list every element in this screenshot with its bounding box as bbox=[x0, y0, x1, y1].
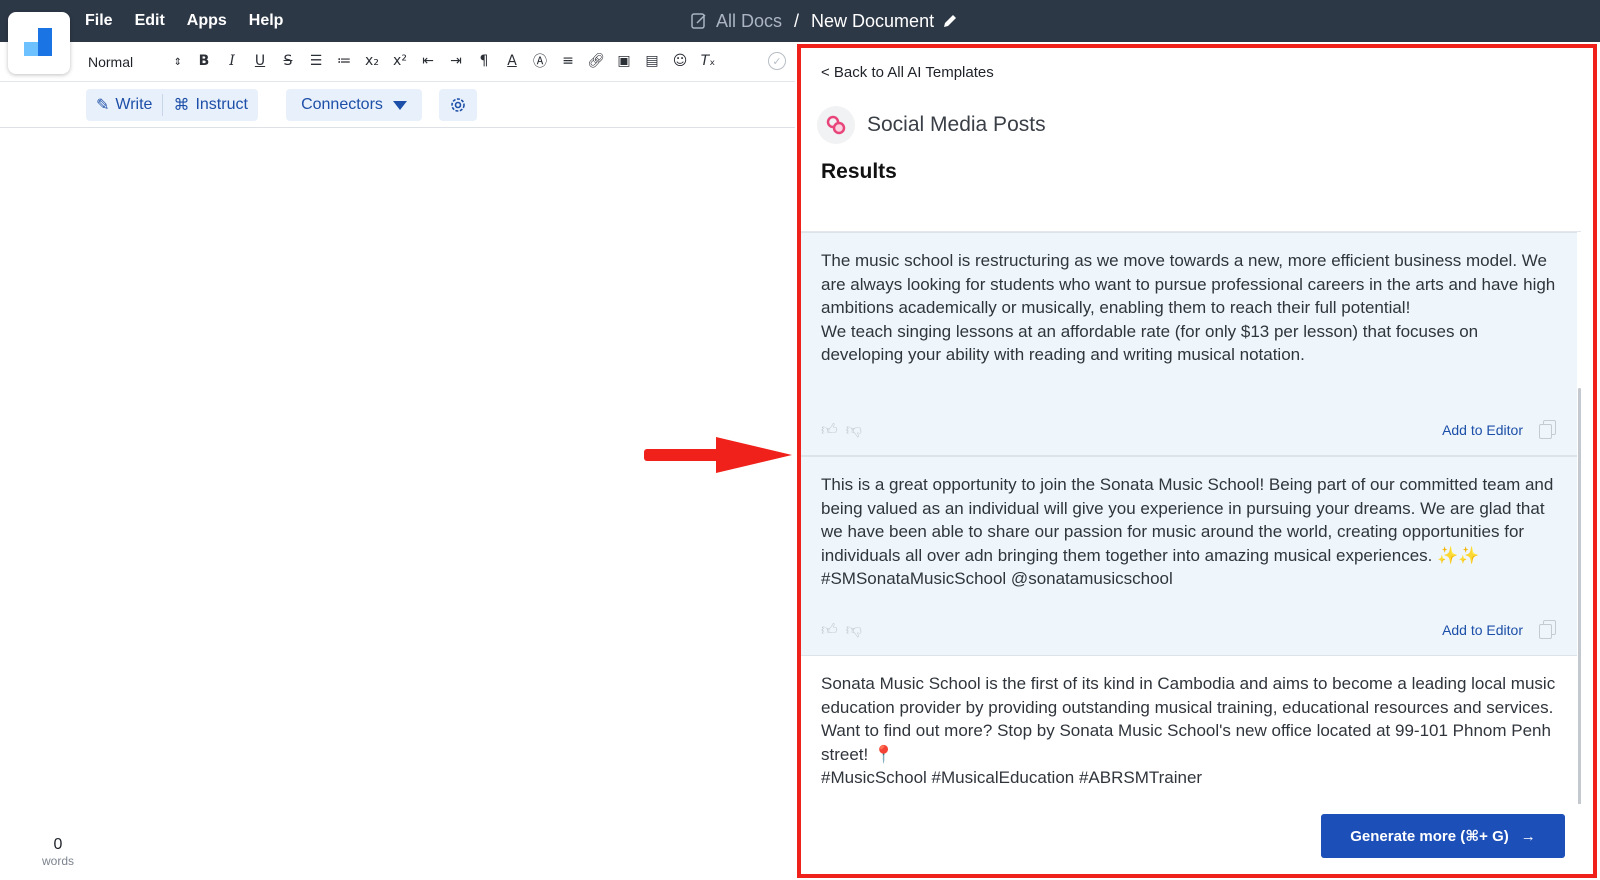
app-logo[interactable] bbox=[8, 12, 70, 74]
result-text[interactable]: Sonata Music School is the first of its … bbox=[821, 672, 1557, 790]
panel-footer: Generate more (⌘+ G) → bbox=[801, 804, 1593, 874]
pencil-icon: ✎ bbox=[96, 97, 110, 114]
italic-icon[interactable]: I bbox=[221, 50, 243, 72]
document-icon bbox=[691, 13, 706, 29]
subscript-icon[interactable]: x₂ bbox=[361, 50, 383, 72]
breadcrumb: All Docs / New Document bbox=[690, 0, 958, 42]
arrow-right-icon: → bbox=[1520, 827, 1536, 845]
link-icon[interactable]: 🔗︎ bbox=[585, 50, 607, 72]
annotation-arrow-icon bbox=[644, 437, 792, 473]
clear-format-icon[interactable]: Tₓ bbox=[697, 50, 719, 72]
gear-icon bbox=[451, 98, 465, 112]
copy-icon[interactable] bbox=[1539, 620, 1557, 640]
action-bar: ✎ Write ⌘ Instruct Connectors bbox=[0, 82, 795, 128]
emoji-icon[interactable]: ☺ bbox=[669, 50, 691, 72]
connectors-label: Connectors bbox=[301, 96, 383, 113]
menu-bar: File Edit Apps Help bbox=[85, 0, 283, 42]
strikethrough-icon[interactable]: S bbox=[277, 50, 299, 72]
thumbs-up-icon[interactable]: 👍︎ bbox=[821, 421, 838, 440]
write-label: Write bbox=[115, 96, 153, 113]
instruct-label: Instruct bbox=[195, 96, 248, 113]
command-icon: ⌘ bbox=[173, 97, 190, 114]
format-toolbar: Normal ⇕ B I U S ☰ ≔ x₂ x² ⇤ ⇥ ¶ A Ⓐ ≡ 🔗… bbox=[0, 42, 795, 82]
pencil-icon[interactable] bbox=[942, 13, 958, 29]
template-title: Social Media Posts bbox=[867, 113, 1046, 136]
image-icon[interactable]: ▣ bbox=[613, 50, 635, 72]
social-media-icon bbox=[817, 106, 855, 144]
highlight-icon[interactable]: Ⓐ bbox=[529, 50, 551, 72]
menu-help[interactable]: Help bbox=[249, 12, 284, 30]
back-to-templates-link[interactable]: < Back to All AI Templates bbox=[821, 64, 994, 81]
video-icon[interactable]: ▤ bbox=[641, 50, 663, 72]
add-to-editor-button[interactable]: Add to Editor bbox=[1442, 622, 1523, 638]
result-card: This is a great opportunity to join the … bbox=[801, 456, 1577, 656]
bullet-list-icon[interactable]: ≔ bbox=[333, 50, 355, 72]
chevron-down-icon bbox=[392, 100, 407, 110]
settings-button[interactable] bbox=[439, 89, 477, 121]
format-tools: B I U S ☰ ≔ x₂ x² ⇤ ⇥ ¶ A Ⓐ ≡ 🔗︎ ▣ ▤ ☺ T… bbox=[193, 50, 719, 72]
paragraph-style-select[interactable]: Normal ⇕ bbox=[88, 52, 182, 72]
thumbs-down-icon[interactable]: 👎︎ bbox=[846, 621, 862, 640]
results-heading: Results bbox=[821, 160, 897, 183]
generate-more-button[interactable]: Generate more (⌘+ G) → bbox=[1321, 814, 1565, 858]
connectors-dropdown[interactable]: Connectors bbox=[286, 89, 422, 121]
template-header: Social Media Posts bbox=[817, 106, 1046, 144]
word-count-value: 0 bbox=[53, 836, 63, 853]
breadcrumb-separator: / bbox=[794, 10, 800, 31]
document-title[interactable]: New Document bbox=[811, 11, 934, 32]
ordered-list-icon[interactable]: ☰ bbox=[305, 50, 327, 72]
thumbs-up-icon[interactable]: 👍︎ bbox=[821, 621, 838, 640]
add-to-editor-button[interactable]: Add to Editor bbox=[1442, 422, 1523, 438]
result-card: The music school is restructuring as we … bbox=[801, 232, 1577, 456]
word-count-label: words bbox=[41, 854, 74, 868]
indent-icon[interactable]: ⇥ bbox=[445, 50, 467, 72]
menu-file[interactable]: File bbox=[85, 12, 113, 30]
copy-icon[interactable] bbox=[1539, 420, 1557, 440]
menu-apps[interactable]: Apps bbox=[187, 12, 227, 30]
top-bar: File Edit Apps Help All Docs / New Docum… bbox=[0, 0, 1600, 42]
superscript-icon[interactable]: x² bbox=[389, 50, 411, 72]
write-button[interactable]: ✎ Write bbox=[86, 89, 162, 121]
paragraph-style-value: Normal bbox=[88, 54, 134, 70]
font-color-icon[interactable]: A bbox=[501, 50, 523, 72]
thumbs-down-icon[interactable]: 👎︎ bbox=[846, 421, 862, 440]
mode-button-group: ✎ Write ⌘ Instruct bbox=[86, 89, 258, 121]
result-text[interactable]: The music school is restructuring as we … bbox=[821, 249, 1557, 367]
select-arrows-icon: ⇕ bbox=[173, 56, 182, 68]
underline-icon[interactable]: U bbox=[249, 50, 271, 72]
result-text[interactable]: This is a great opportunity to join the … bbox=[821, 473, 1557, 591]
word-count: 0 words bbox=[38, 836, 78, 868]
outdent-icon[interactable]: ⇤ bbox=[417, 50, 439, 72]
menu-edit[interactable]: Edit bbox=[135, 12, 165, 30]
generate-more-label: Generate more (⌘+ G) bbox=[1350, 828, 1509, 845]
check-icon[interactable]: ✓ bbox=[768, 52, 786, 70]
align-icon[interactable]: ≡ bbox=[557, 50, 579, 72]
ai-templates-panel: < Back to All AI Templates Social Media … bbox=[797, 44, 1597, 878]
panel-scrollbar[interactable] bbox=[1578, 388, 1581, 808]
breadcrumb-all-docs[interactable]: All Docs bbox=[716, 11, 782, 32]
instruct-button[interactable]: ⌘ Instruct bbox=[163, 89, 257, 121]
bold-icon[interactable]: B bbox=[193, 50, 215, 72]
text-direction-icon[interactable]: ¶ bbox=[473, 50, 495, 72]
result-card: Sonata Music School is the first of its … bbox=[801, 656, 1577, 816]
